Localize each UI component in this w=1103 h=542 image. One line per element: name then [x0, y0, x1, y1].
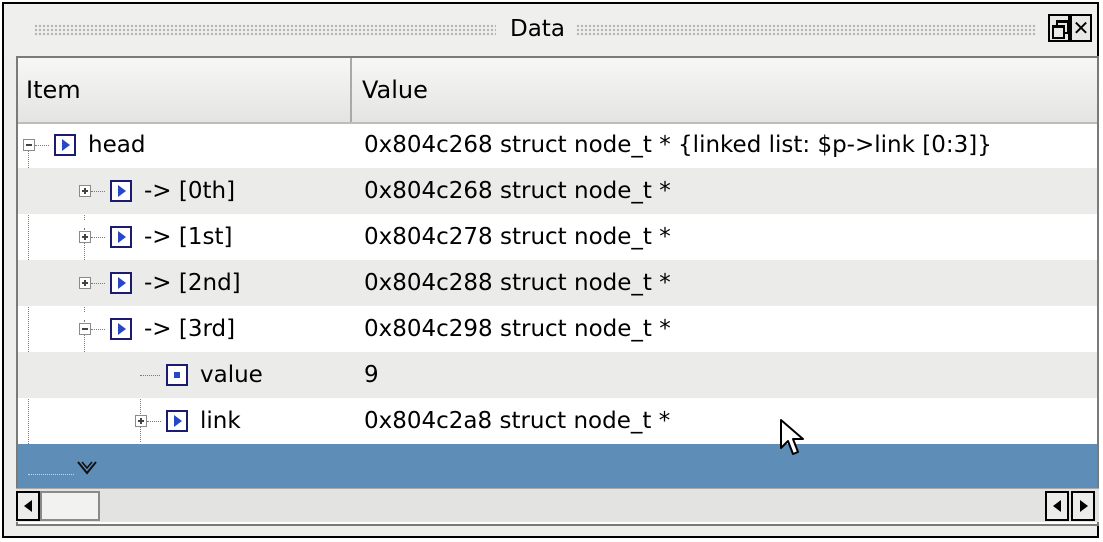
pointer-icon [166, 410, 188, 432]
titlebar-grip-left [34, 24, 496, 36]
scroll-left-button[interactable] [16, 491, 40, 521]
tree-guide-line [140, 375, 160, 376]
column-header: Item Value [18, 58, 1097, 124]
titlebar-grip-right [576, 24, 1036, 36]
scrollbar-thumb[interactable] [40, 491, 100, 521]
row-value: 0x804c268 struct node_t * {linked list: … [364, 132, 992, 158]
data-tree-view[interactable]: Item Value head 0x804c268 struct node_t … [16, 56, 1099, 526]
float-window-icon [1052, 20, 1069, 39]
tree-row-link[interactable]: link 0x804c2a8 struct node_t * [18, 398, 1097, 444]
tree-row-3rd[interactable]: -> [3rd] 0x804c298 struct node_t * [18, 306, 1097, 352]
arrow-left-icon [24, 500, 32, 512]
arrow-left-icon [1053, 500, 1061, 512]
expand-toggle-icon[interactable] [135, 415, 147, 427]
row-value: 0x804c298 struct node_t * [364, 316, 671, 342]
row-item-label: head [88, 132, 146, 158]
tree-row-2nd[interactable]: -> [2nd] 0x804c288 struct node_t * [18, 260, 1097, 306]
row-item-label: -> [1st] [144, 224, 233, 250]
column-header-item[interactable]: Item [18, 58, 352, 122]
pointer-icon [110, 318, 132, 340]
arrow-right-icon [1080, 500, 1088, 512]
scroll-left-button-end[interactable] [1045, 491, 1069, 521]
expand-toggle-icon[interactable] [79, 185, 91, 197]
tree-row-head[interactable]: head 0x804c268 struct node_t * {linked l… [18, 122, 1097, 168]
tree-guide-line [91, 191, 105, 192]
expand-toggle-icon[interactable] [79, 277, 91, 289]
row-item-label: value [200, 362, 263, 388]
expand-toggle-icon[interactable] [79, 231, 91, 243]
tree-row-1st[interactable]: -> [1st] 0x804c278 struct node_t * [18, 214, 1097, 260]
row-item-label: link [200, 408, 241, 434]
tree-guide-line [91, 329, 105, 330]
scroll-right-button[interactable] [1071, 491, 1095, 521]
row-value: 0x804c278 struct node_t * [364, 224, 671, 250]
row-value: 0x804c268 struct node_t * [364, 178, 671, 204]
tree-guide-line [28, 474, 74, 475]
tree-row-value[interactable]: value 9 [18, 352, 1097, 398]
data-panel-window: Data ✕ Item Value head 0x804c268 struct … [2, 2, 1099, 538]
mouse-cursor-icon [780, 419, 804, 455]
horizontal-scrollbar[interactable] [16, 488, 1099, 522]
tree-guide-line [147, 421, 161, 422]
value-icon [166, 364, 188, 386]
tree-row-more[interactable] [18, 444, 1097, 490]
pointer-icon [110, 226, 132, 248]
tree-guide-line [91, 283, 105, 284]
pointer-icon [54, 134, 76, 156]
row-value: 9 [364, 362, 379, 388]
column-header-value[interactable]: Value [354, 58, 1097, 122]
row-item-label: -> [2nd] [144, 270, 241, 296]
tree-row-0th[interactable]: -> [0th] 0x804c268 struct node_t * [18, 168, 1097, 214]
pointer-icon [110, 180, 132, 202]
float-panel-button[interactable] [1048, 14, 1070, 42]
row-value: 0x804c288 struct node_t * [364, 270, 671, 296]
row-item-label: -> [0th] [144, 178, 236, 204]
tree-guide-line [91, 237, 105, 238]
tree-guide-line [35, 145, 49, 146]
pointer-icon [110, 272, 132, 294]
close-icon: ✕ [1072, 16, 1090, 40]
row-item-label: -> [3rd] [144, 316, 236, 342]
close-panel-button[interactable]: ✕ [1070, 14, 1092, 42]
panel-title: Data [510, 16, 565, 42]
row-value: 0x804c2a8 struct node_t * [364, 408, 671, 434]
more-chevron-icon[interactable] [76, 460, 98, 476]
collapse-toggle-icon[interactable] [23, 139, 35, 151]
panel-titlebar[interactable]: Data ✕ [4, 4, 1097, 58]
collapse-toggle-icon[interactable] [79, 323, 91, 335]
